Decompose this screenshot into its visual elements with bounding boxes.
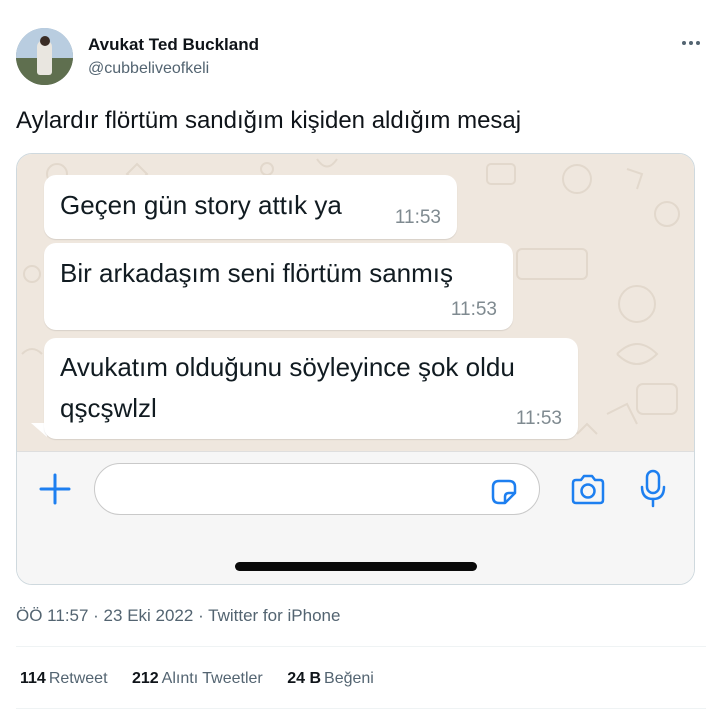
plus-icon[interactable] — [37, 471, 73, 507]
tweet-stats: 114 Retweet 212 Alıntı Tweetler 24 B Beğeni — [20, 670, 394, 688]
message-text: Geçen gün story attık ya — [60, 190, 342, 220]
message-text: qşcşwlzl — [60, 393, 157, 423]
chat-bubble: Avukatım olduğunu söyleyince şok oldu qş… — [44, 338, 578, 439]
quote-stat[interactable]: 212 Alıntı Tweetler — [132, 670, 263, 688]
quote-count: 212 — [131, 670, 159, 687]
message-time: 11:53 — [515, 408, 562, 429]
avatar[interactable] — [16, 28, 73, 85]
author-name[interactable]: Avukat Ted Buckland — [88, 35, 259, 55]
retweet-label: Retweet — [48, 670, 108, 687]
tweet-media-image[interactable]: Geçen gün story attık ya 11:53 Bir arkad… — [16, 153, 695, 585]
microphone-icon[interactable] — [638, 469, 668, 509]
like-label: Beğeni — [324, 670, 374, 687]
message-text: Avukatım olduğunu söyleyince şok oldu — [60, 352, 515, 382]
retweet-count: 114 — [20, 670, 46, 687]
camera-icon[interactable] — [569, 474, 607, 506]
retweet-stat[interactable]: 114 Retweet — [20, 670, 108, 688]
chat-bubble: Bir arkadaşım seni flörtüm sanmış 11:53 — [44, 243, 513, 330]
sticker-icon[interactable] — [489, 477, 519, 507]
tweet-header: Avukat Ted Buckland @cubbeliveofkeli — [16, 28, 706, 86]
message-text: Bir arkadaşım seni flörtüm sanmış — [60, 258, 454, 288]
more-horizontal-icon[interactable] — [676, 32, 706, 54]
chat-input-bar — [17, 451, 694, 584]
like-count: 24 B — [287, 670, 322, 687]
chat-background: Geçen gün story attık ya 11:53 Bir arkad… — [17, 154, 694, 451]
chat-bubble: Geçen gün story attık ya 11:53 — [44, 175, 457, 239]
author-handle[interactable]: @cubbeliveofkeli — [88, 60, 209, 78]
tweet-timestamp[interactable]: ÖÖ 11:57 · 23 Eki 2022 · Twitter for iPh… — [16, 606, 340, 626]
quote-label: Alıntı Tweetler — [161, 670, 263, 687]
message-input[interactable] — [94, 463, 540, 515]
divider — [16, 646, 706, 647]
message-time: 11:53 — [394, 207, 441, 228]
tweet-text: Aylardır flörtüm sandığım kişiden aldığı… — [16, 107, 522, 134]
message-time: 11:53 — [450, 299, 497, 320]
divider — [16, 708, 706, 709]
home-indicator — [235, 562, 477, 571]
like-stat[interactable]: 24 B Beğeni — [287, 670, 374, 688]
